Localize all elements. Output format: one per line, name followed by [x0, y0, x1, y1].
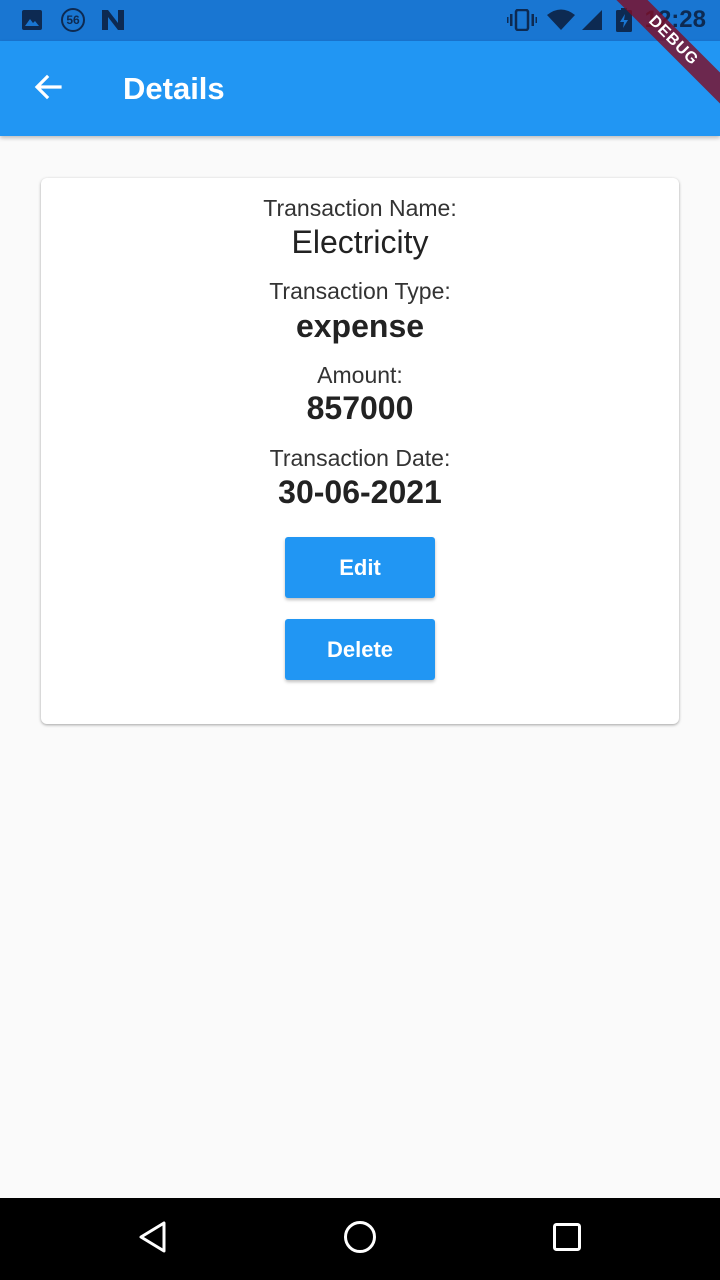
nav-back-button[interactable] — [129, 1215, 177, 1263]
page-title: Details — [123, 71, 225, 106]
signal-icon — [580, 8, 604, 32]
nav-recents-button[interactable] — [543, 1215, 591, 1263]
screen: 56 12:28 Details DEBUG Transaction Name:… — [0, 0, 720, 1280]
transaction-name-value: Electricity — [291, 224, 429, 260]
wifi-icon — [546, 8, 576, 32]
nav-recents-icon — [552, 1222, 582, 1257]
notification-badge: 56 — [61, 8, 85, 32]
vibrate-icon — [506, 8, 538, 32]
amount-value: 857000 — [306, 390, 414, 426]
transaction-type-label: Transaction Type: — [269, 278, 451, 304]
transaction-name-label: Transaction Name: — [263, 195, 457, 221]
edit-button[interactable]: Edit — [285, 537, 435, 598]
image-icon — [20, 8, 44, 32]
n-logo-icon — [100, 8, 126, 32]
nav-home-button[interactable] — [336, 1215, 384, 1263]
nav-home-icon — [343, 1220, 377, 1259]
transaction-type-value: expense — [295, 308, 425, 344]
nav-back-icon — [137, 1220, 169, 1259]
transaction-date-value: 30-06-2021 — [278, 474, 442, 510]
amount-label: Amount: — [317, 362, 403, 388]
details-card: Transaction Name: Electricity Transactio… — [41, 178, 679, 724]
delete-button[interactable]: Delete — [285, 619, 435, 680]
status-bar: 56 12:28 — [0, 0, 720, 41]
app-bar: Details — [0, 41, 720, 136]
transaction-date-label: Transaction Date: — [269, 445, 451, 471]
badge-56-icon: 56 — [60, 8, 86, 32]
back-button[interactable] — [24, 65, 72, 113]
arrow-back-icon — [33, 72, 63, 107]
system-nav-bar — [0, 1198, 720, 1280]
